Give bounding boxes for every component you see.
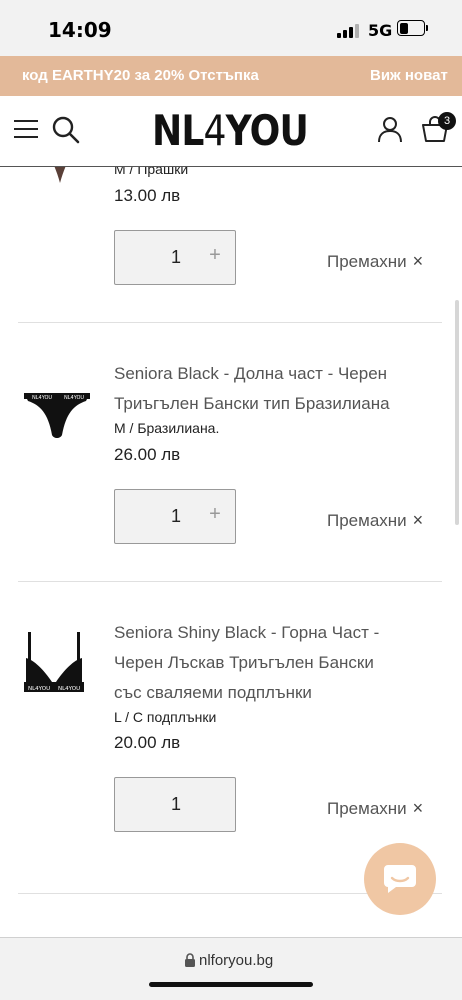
site-header: NL4YOU 3 <box>0 96 462 167</box>
item-title-line: Seniora Black - Долна част - Черен <box>114 364 388 383</box>
logo-text-four: 4 <box>203 106 227 155</box>
close-icon: × <box>412 798 424 818</box>
increase-quantity-button[interactable]: + <box>205 244 225 268</box>
svg-text:NL4YOU: NL4YOU <box>32 395 52 401</box>
remove-label: Премахни <box>327 799 407 818</box>
close-icon: × <box>412 510 424 530</box>
svg-text:NL4YOU: NL4YOU <box>58 686 80 692</box>
product-image[interactable] <box>40 167 80 185</box>
promo-banner[interactable]: код EARTHY20 за 20% Отстъпка Виж новат <box>0 56 462 96</box>
chat-icon <box>384 865 416 893</box>
search-icon[interactable] <box>52 116 80 144</box>
svg-text:NL4YOU: NL4YOU <box>64 395 84 401</box>
item-title-line: Триъгълен Бански тип Бразилиана <box>114 394 390 413</box>
logo-text-you: YOU <box>225 106 309 155</box>
quantity-value[interactable]: 1 <box>163 247 189 268</box>
item-price: 13.00 лв <box>114 186 181 205</box>
remove-item-button[interactable]: Премахни × <box>327 251 423 272</box>
browser-address-bar[interactable]: nlforyou.bg <box>0 937 462 1000</box>
product-image[interactable]: NL4YOU NL4YOU <box>22 391 92 441</box>
scrollbar[interactable] <box>455 300 459 525</box>
signal-icon <box>337 22 359 38</box>
site-logo[interactable]: NL4YOU <box>152 106 309 156</box>
quantity-stepper[interactable]: 1 + <box>114 489 236 544</box>
remove-item-button[interactable]: Премахни × <box>327 510 423 531</box>
account-icon[interactable] <box>376 115 404 143</box>
cart-count-badge: 3 <box>438 112 456 130</box>
quantity-stepper[interactable]: 1 <box>114 777 236 832</box>
item-title[interactable]: Seniora Shiny Black - Горна Част - Черен… <box>114 618 434 708</box>
item-variant: L / С подплънки <box>114 709 217 725</box>
cart-content: M / Прашки 13.00 лв 1 + Премахни × NL4YOU… <box>0 167 462 937</box>
item-title-line: Seniora Shiny Black - Горна Част - <box>114 623 380 642</box>
product-image[interactable]: NL4YOU NL4YOU <box>22 630 86 696</box>
url-display[interactable]: nlforyou.bg <box>184 952 273 972</box>
lock-icon <box>185 953 195 967</box>
menu-icon[interactable] <box>14 120 38 140</box>
battery-icon <box>397 20 428 36</box>
home-indicator[interactable] <box>149 982 313 987</box>
chat-button[interactable] <box>364 843 436 915</box>
item-title[interactable]: Seniora Black - Долна част - Черен Триъг… <box>114 359 434 419</box>
logo-text-nl: NL <box>152 106 204 155</box>
item-price: 20.00 лв <box>114 733 181 752</box>
remove-label: Премахни <box>327 252 407 271</box>
remove-item-button[interactable]: Премахни × <box>327 798 423 819</box>
close-icon: × <box>412 251 424 271</box>
url-text: nlforyou.bg <box>199 952 274 969</box>
promo-text: код EARTHY20 за 20% Отстъпка <box>22 67 259 84</box>
svg-text:NL4YOU: NL4YOU <box>28 686 50 692</box>
item-title-line: Черен Лъскав Триъгълен Бански <box>114 653 374 672</box>
status-bar: 14:09 5G <box>0 0 462 56</box>
quantity-value[interactable]: 1 <box>163 506 189 527</box>
promo-link[interactable]: Виж новат <box>370 67 448 84</box>
item-variant: M / Прашки <box>114 167 189 177</box>
quantity-value[interactable]: 1 <box>163 794 189 815</box>
divider <box>18 581 442 582</box>
remove-label: Премахни <box>327 511 407 530</box>
increase-quantity-button[interactable]: + <box>205 503 225 527</box>
divider <box>18 322 442 323</box>
item-title-line: със сваляеми подплънки <box>114 683 312 702</box>
item-variant: M / Бразилиана. <box>114 420 220 436</box>
quantity-stepper[interactable]: 1 + <box>114 230 236 285</box>
status-time: 14:09 <box>48 18 112 42</box>
network-label: 5G <box>368 21 393 40</box>
item-price: 26.00 лв <box>114 445 181 464</box>
